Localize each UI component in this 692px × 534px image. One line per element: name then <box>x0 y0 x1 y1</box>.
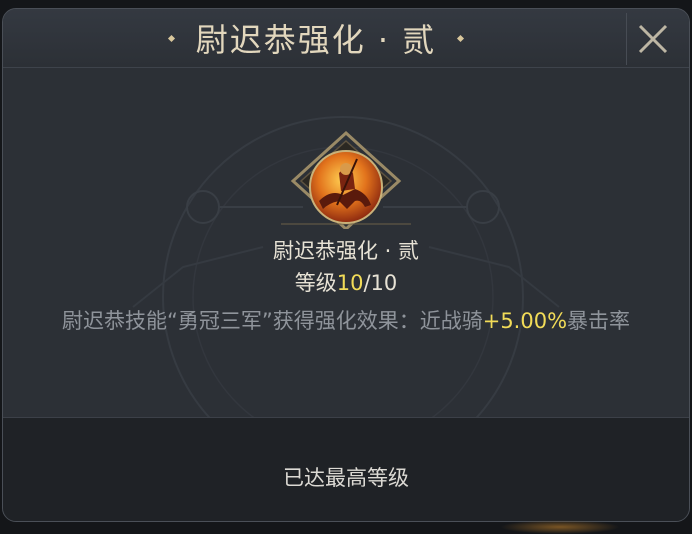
desc-value: +5.00% <box>482 309 568 333</box>
title-right-diamond-icon <box>457 34 465 42</box>
dialog-title: 尉迟恭强化 · 贰 <box>195 21 437 59</box>
background-glow <box>500 520 620 534</box>
close-x-icon <box>638 24 668 54</box>
skill-name: 尉迟恭强化 · 贰 <box>272 239 420 263</box>
skill-description: 尉迟恭技能“勇冠三军”获得强化效果：近战骑+5.00%暴击率 <box>33 306 659 336</box>
footer-bar: 已达最高等级 <box>3 417 689 521</box>
level-current: 10 <box>336 271 364 295</box>
title-left-diamond-icon <box>167 34 175 42</box>
desc-suffix: 暴击率 <box>567 309 631 333</box>
skill-level: 等级10/10 <box>3 267 689 297</box>
level-label: 等级 <box>294 271 337 295</box>
skill-emblem <box>281 130 411 229</box>
level-max: /10 <box>363 271 398 295</box>
max-level-status: 已达最高等级 <box>283 466 409 490</box>
cavalry-general-portrait-icon <box>309 150 383 224</box>
close-button[interactable] <box>626 13 679 65</box>
skill-upgrade-dialog: 尉迟恭强化 · 贰 尉迟恭强化 · 贰 等级10/10 尉迟恭技能“勇冠三军”获… <box>2 8 690 522</box>
desc-prefix: 尉迟恭技能“勇冠三军”获得强化效果：近战骑 <box>61 309 483 333</box>
title-row: 尉迟恭强化 · 贰 <box>3 9 629 67</box>
dialog-header: 尉迟恭强化 · 贰 <box>3 9 689 68</box>
